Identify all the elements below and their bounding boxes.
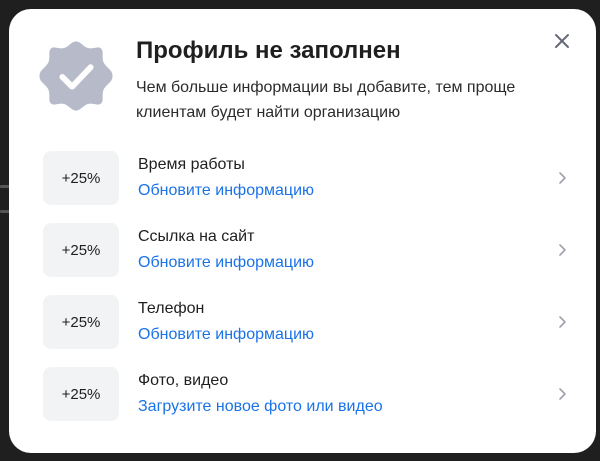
percent-badge: +25% — [43, 151, 119, 205]
percent-badge: +25% — [43, 223, 119, 277]
update-info-link[interactable]: Обновите информацию — [138, 181, 314, 201]
chevron-right-icon — [553, 384, 573, 404]
list-item-phone[interactable]: +25% Телефон Обновите информацию — [43, 295, 573, 349]
verified-check-badge-icon — [37, 38, 115, 114]
row-label: Время работы — [138, 156, 245, 173]
row-label: Ссылка на сайт — [138, 228, 255, 245]
chevron-right-icon — [553, 240, 573, 260]
modal-subtitle: Чем больше информации вы добавите, тем п… — [136, 79, 516, 121]
percent-badge: +25% — [43, 367, 119, 421]
close-button[interactable] — [550, 29, 574, 53]
list-item-working-hours[interactable]: +25% Время работы Обновите информацию — [43, 151, 573, 205]
update-info-link[interactable]: Обновите информацию — [138, 253, 314, 273]
row-label: Телефон — [138, 300, 205, 317]
update-info-link[interactable]: Обновите информацию — [138, 325, 314, 345]
upload-media-link[interactable]: Загрузите новое фото или видео — [138, 397, 383, 417]
profile-incomplete-modal: Профиль не заполнен Чем больше информаци… — [9, 9, 596, 453]
chevron-right-icon — [553, 312, 573, 332]
list-item-website-link[interactable]: +25% Ссылка на сайт Обновите информацию — [43, 223, 573, 277]
profile-fields-list: +25% Время работы Обновите информацию +2… — [43, 151, 573, 439]
list-item-photo-video[interactable]: +25% Фото, видео Загрузите новое фото ил… — [43, 367, 573, 421]
percent-badge: +25% — [43, 295, 119, 349]
chevron-right-icon — [553, 168, 573, 188]
close-icon — [555, 34, 569, 48]
modal-title: Профиль не заполнен — [136, 37, 401, 64]
row-label: Фото, видео — [138, 372, 229, 389]
